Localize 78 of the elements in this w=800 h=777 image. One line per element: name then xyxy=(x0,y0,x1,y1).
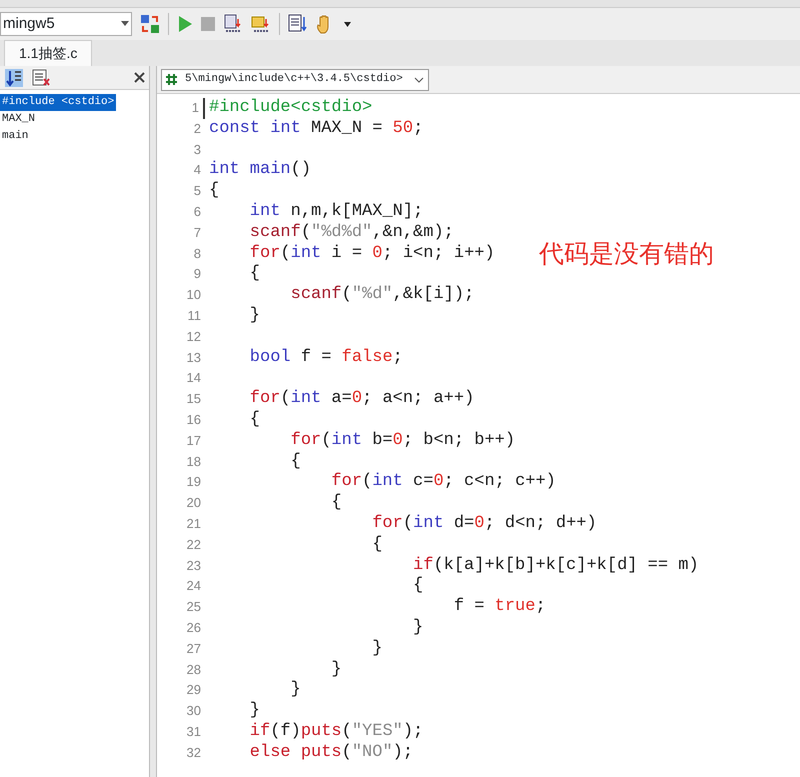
code-line: if(f)puts("YES"); xyxy=(248,722,424,743)
line-number: 7 xyxy=(192,224,202,242)
line-number: 6 xyxy=(192,202,202,221)
annotation-text: 代码是没有错的 xyxy=(539,239,714,270)
line-number: 31 xyxy=(186,722,202,741)
line-number: 12 xyxy=(186,328,202,346)
line-number: 8 xyxy=(192,244,202,263)
code-line: if(k[a]+k[b]+k[c]+k[d] == m) xyxy=(412,556,699,576)
code-line: } xyxy=(248,701,260,722)
outline-item[interactable]: main xyxy=(0,128,30,145)
line-number: 28 xyxy=(186,660,202,679)
line-number: 14 xyxy=(186,369,202,388)
close-icon[interactable] xyxy=(134,72,145,83)
line-number: 24 xyxy=(186,577,202,596)
outline-item[interactable]: MAX_N xyxy=(0,111,38,128)
line-number: 32 xyxy=(186,744,202,762)
line-number: 9 xyxy=(192,265,202,284)
document-list-icon[interactable] xyxy=(32,68,50,86)
hash-icon xyxy=(166,74,177,85)
line-number: 5 xyxy=(192,182,202,200)
code-line: { xyxy=(248,264,260,286)
line-number: 27 xyxy=(186,640,202,658)
binary-file-icon[interactable] xyxy=(223,14,243,34)
compiler-dropdown[interactable]: mingw5 xyxy=(0,12,132,36)
line-number: 18 xyxy=(186,452,202,471)
code-line: int main() xyxy=(208,160,312,182)
code-line: { xyxy=(248,410,260,431)
code-line: { xyxy=(208,181,220,202)
code-line: for(int b=0; b<n; b++) xyxy=(290,430,516,452)
line-number: 25 xyxy=(186,598,202,616)
code-line: for(int i = 0; i<n; i++) xyxy=(248,244,495,264)
line-number: 23 xyxy=(186,556,202,575)
code-line: } xyxy=(248,306,260,327)
code-line: #include<cstdio> xyxy=(208,98,372,119)
code-line: } xyxy=(412,618,424,639)
code-line: for(int d=0; d<n; d++) xyxy=(371,514,597,535)
code-line: bool f = false; xyxy=(248,348,403,368)
code-line: { xyxy=(330,493,342,514)
code-line: { xyxy=(290,452,301,472)
line-number: 1 xyxy=(157,98,205,119)
line-number: 17 xyxy=(186,432,202,450)
code-line: scanf("%d%d",&n,&m); xyxy=(248,222,454,244)
code-line: const int MAX_N = 50; xyxy=(208,118,424,140)
code-line: { xyxy=(412,576,424,598)
line-number: 16 xyxy=(186,410,202,429)
line-number: 11 xyxy=(186,306,202,325)
line-number: 26 xyxy=(186,618,202,637)
chevron-down-icon xyxy=(414,76,424,82)
outline-item[interactable]: #include <cstdio> xyxy=(0,94,116,111)
code-line: } xyxy=(330,660,342,680)
line-number: 3 xyxy=(192,140,202,159)
binary-folder-icon[interactable] xyxy=(251,14,271,34)
line-number: 19 xyxy=(186,473,202,492)
line-number: 15 xyxy=(186,390,202,408)
scope-dropdown[interactable]: 5\mingw\include\c++\3.4.5\cstdio> xyxy=(161,68,429,90)
caret-icon[interactable] xyxy=(121,21,129,27)
line-number: 2 xyxy=(192,120,202,138)
document-lines-icon[interactable] xyxy=(288,14,308,34)
file-tab[interactable]: 1.1抽签.c xyxy=(4,40,92,66)
line-number: 10 xyxy=(186,286,202,304)
line-number: 20 xyxy=(186,494,202,512)
code-line: } xyxy=(371,638,382,660)
caret-icon[interactable] xyxy=(344,22,351,26)
line-number: 29 xyxy=(186,681,202,700)
code-line: int n,m,k[MAX_N]; xyxy=(248,202,424,223)
code-line: for(int c=0; c<n; c++) xyxy=(330,472,556,494)
code-line: } xyxy=(290,680,301,702)
line-number: 30 xyxy=(186,702,202,720)
line-number: 22 xyxy=(186,536,202,554)
code-line: { xyxy=(371,534,382,556)
outline-list-icon[interactable] xyxy=(4,68,24,86)
code-line: else puts("NO"); xyxy=(248,742,414,764)
line-number: 21 xyxy=(186,514,202,533)
code-line: for(int a=0; a<n; a++) xyxy=(248,389,474,410)
line-number: 4 xyxy=(192,161,202,180)
code-line: scanf("%d",&k[i]); xyxy=(290,285,474,306)
code-line: f = true; xyxy=(452,597,546,618)
line-number: 13 xyxy=(186,348,202,367)
